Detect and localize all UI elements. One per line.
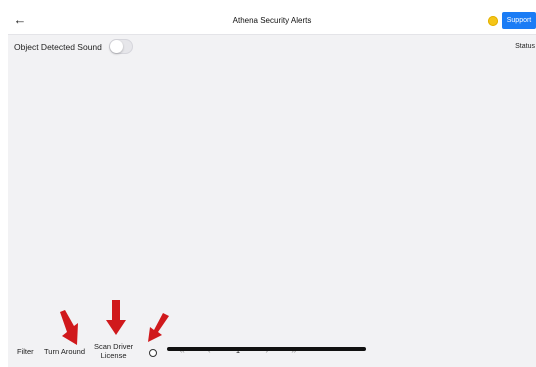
circle-icon[interactable] [149,349,157,357]
turn-around-button[interactable]: Turn Around [44,347,85,356]
app-window: ← Athena Security Alerts Support Object … [8,7,536,367]
scan-license-label-line1: Scan Driver [94,342,134,351]
sound-toggle-label: Object Detected Sound [14,42,102,52]
status-indicator-dot [488,16,498,26]
object-detected-sound-toggle[interactable] [109,39,133,54]
page-title: Athena Security Alerts [232,16,312,25]
toggle-knob [110,40,123,53]
status-column-header[interactable]: Status [515,35,535,59]
home-indicator [167,347,366,351]
annotation-arrow-down-left-icon [148,313,169,342]
footer-bar: Filter Turn Around Scan Driver License «… [8,336,536,367]
settings-row: Object Detected Sound Status [8,35,536,59]
annotation-arrow-down-icon [60,310,78,345]
alerts-list-area [8,59,536,336]
support-button[interactable]: Support [502,12,536,29]
annotation-arrow-down-icon [106,300,126,335]
filter-button[interactable]: Filter [17,347,34,356]
scan-license-label-line2: License [100,351,127,360]
scan-driver-license-button[interactable]: Scan Driver License [94,342,133,360]
header-bar: ← Athena Security Alerts Support [8,7,536,35]
